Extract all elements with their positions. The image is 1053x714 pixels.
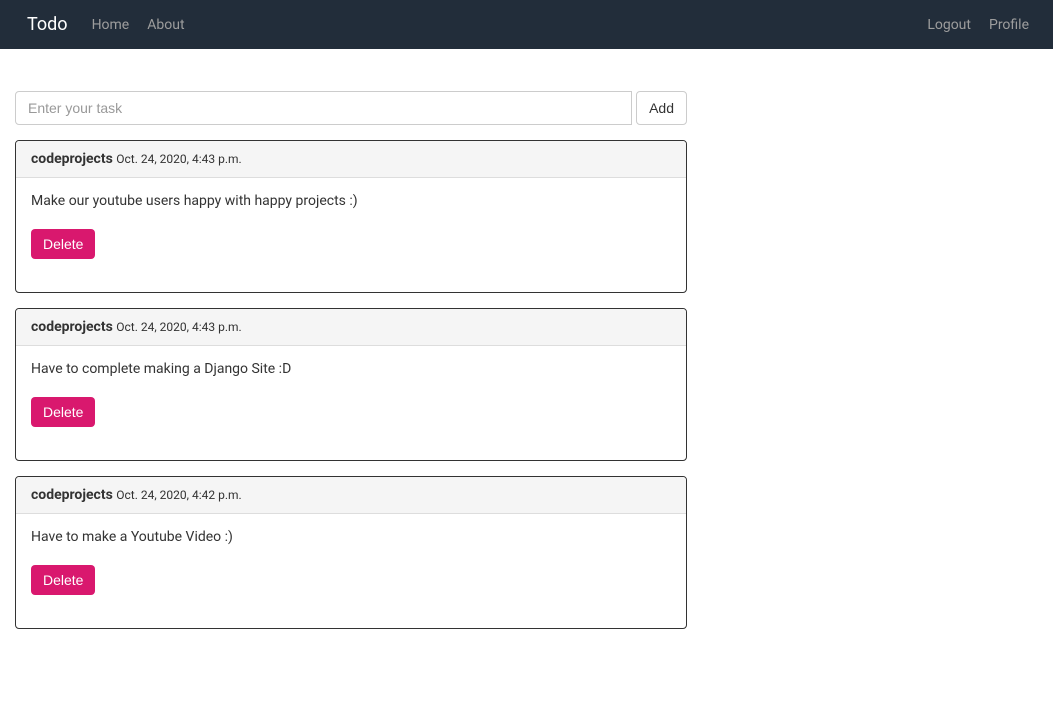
panel-heading: codeprojects Oct. 24, 2020, 4:43 p.m.	[16, 141, 686, 178]
todo-timestamp: Oct. 24, 2020, 4:43 p.m.	[116, 320, 241, 334]
navbar-nav-right: Logout Profile	[918, 2, 1038, 48]
todo-content: Have to complete making a Django Site :D	[31, 361, 671, 377]
task-input[interactable]	[15, 91, 632, 125]
nav-link-profile[interactable]: Profile	[980, 2, 1038, 48]
nav-link-logout[interactable]: Logout	[918, 2, 980, 48]
navbar-brand[interactable]: Todo	[15, 0, 83, 50]
todo-username: codeprojects	[31, 487, 113, 503]
task-input-group: Add	[15, 91, 687, 125]
panel-body: Make our youtube users happy with happy …	[16, 178, 686, 292]
panel-body: Have to make a Youtube Video :) Delete	[16, 514, 686, 628]
navbar: Todo Home About Logout Profile	[0, 0, 1053, 49]
todo-panel: codeprojects Oct. 24, 2020, 4:42 p.m. Ha…	[15, 476, 687, 629]
nav-link-home[interactable]: Home	[83, 2, 139, 48]
add-button[interactable]: Add	[636, 91, 687, 125]
todo-username: codeprojects	[31, 151, 113, 167]
todo-username: codeprojects	[31, 319, 113, 335]
panel-body: Have to complete making a Django Site :D…	[16, 346, 686, 460]
panel-heading: codeprojects Oct. 24, 2020, 4:42 p.m.	[16, 477, 686, 514]
main-container: Add codeprojects Oct. 24, 2020, 4:43 p.m…	[0, 49, 1053, 644]
navbar-left: Todo Home About	[15, 0, 194, 50]
todo-panel: codeprojects Oct. 24, 2020, 4:43 p.m. Ma…	[15, 140, 687, 293]
todo-content: Make our youtube users happy with happy …	[31, 193, 671, 209]
panel-heading: codeprojects Oct. 24, 2020, 4:43 p.m.	[16, 309, 686, 346]
todo-content: Have to make a Youtube Video :)	[31, 529, 671, 545]
delete-button[interactable]: Delete	[31, 229, 95, 259]
delete-button[interactable]: Delete	[31, 565, 95, 595]
row: Add codeprojects Oct. 24, 2020, 4:43 p.m…	[0, 49, 1053, 644]
main-column: Add codeprojects Oct. 24, 2020, 4:43 p.m…	[0, 49, 702, 644]
navbar-nav-left: Home About	[83, 2, 194, 48]
nav-link-about[interactable]: About	[138, 2, 193, 48]
todo-timestamp: Oct. 24, 2020, 4:42 p.m.	[116, 488, 241, 502]
todo-panel: codeprojects Oct. 24, 2020, 4:43 p.m. Ha…	[15, 308, 687, 461]
delete-button[interactable]: Delete	[31, 397, 95, 427]
todo-timestamp: Oct. 24, 2020, 4:43 p.m.	[116, 152, 241, 166]
